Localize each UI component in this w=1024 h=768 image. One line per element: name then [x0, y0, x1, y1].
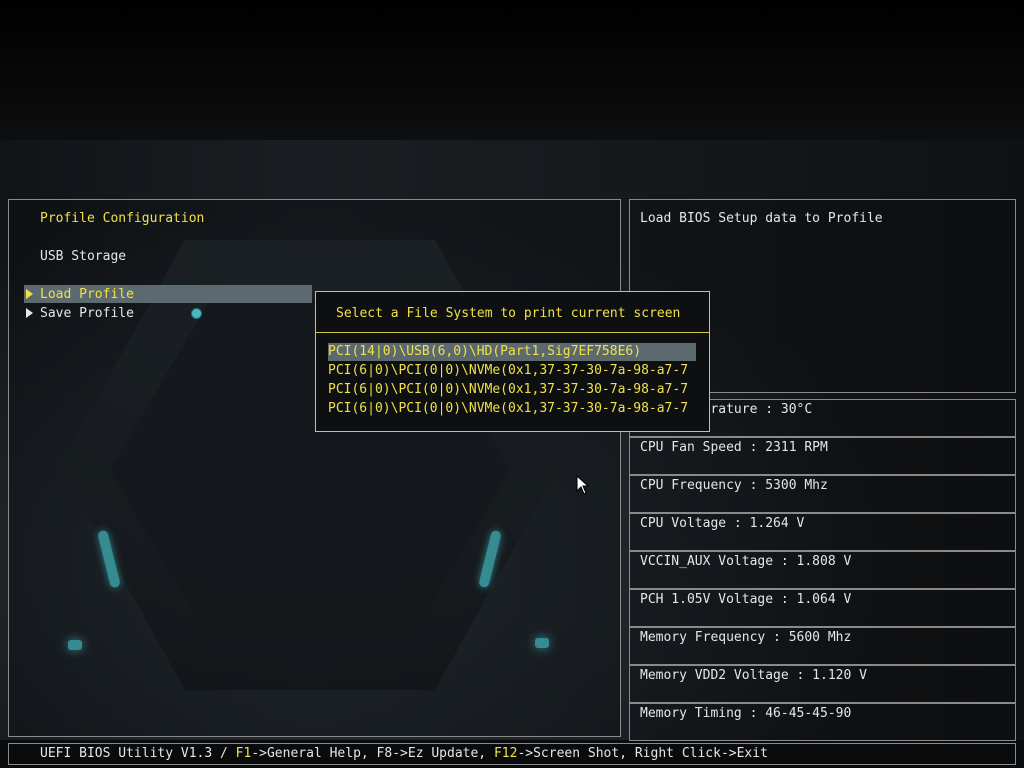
- bottom-help-bar: UEFI BIOS Utility V1.3 / F1->General Hel…: [8, 743, 1016, 765]
- indicator-dot-icon: [191, 308, 202, 319]
- dialog-divider: [316, 332, 709, 333]
- usb-storage-label: USB Storage: [40, 249, 127, 264]
- file-system-dialog: Select a File System to print current sc…: [315, 291, 710, 432]
- hw-monitor-item: Memory Frequency : 5600 Mhz: [629, 627, 1016, 665]
- file-system-option[interactable]: PCI(6|0)\PCI(0|0)\NVMe(0x1,37-37-30-7a-9…: [328, 382, 698, 398]
- mouse-cursor-icon: [576, 475, 590, 495]
- help-text: Load BIOS Setup data to Profile: [640, 211, 883, 226]
- submenu-arrow-icon: [26, 289, 33, 299]
- file-system-option[interactable]: PCI(6|0)\PCI(0|0)\NVMe(0x1,37-37-30-7a-9…: [328, 401, 698, 417]
- hw-monitor-item: CPU Fan Speed : 2311 RPM: [629, 437, 1016, 475]
- left-menu-panel: [8, 199, 621, 737]
- file-system-option[interactable]: PCI(6|0)\PCI(0|0)\NVMe(0x1,37-37-30-7a-9…: [328, 363, 698, 379]
- f12-key[interactable]: F12: [494, 746, 517, 761]
- hw-monitor-item: PCH 1.05V Voltage : 1.064 V: [629, 589, 1016, 627]
- hw-monitor-item: Memory Timing : 46-45-45-90: [629, 703, 1016, 741]
- help-bar-text: UEFI BIOS Utility V1.3 / F1->General Hel…: [40, 746, 768, 761]
- hw-monitor-item: CPU Frequency : 5300 Mhz: [629, 475, 1016, 513]
- dialog-title: Select a File System to print current sc…: [336, 306, 681, 321]
- hw-monitor-item: VCCIN_AUX Voltage : 1.808 V: [629, 551, 1016, 589]
- submenu-arrow-icon: [26, 308, 33, 318]
- hw-monitor-item: Memory VDD2 Voltage : 1.120 V: [629, 665, 1016, 703]
- menu-item-load-profile[interactable]: Load Profile: [40, 287, 134, 303]
- file-system-option[interactable]: PCI(14|0)\USB(6,0)\HD(Part1,Sig7EF758E6): [328, 344, 698, 360]
- f1-key[interactable]: F1: [236, 746, 252, 761]
- hw-monitor-item: CPU Voltage : 1.264 V: [629, 513, 1016, 551]
- section-title: Profile Configuration: [40, 211, 205, 226]
- menu-item-save-profile[interactable]: Save Profile: [40, 306, 134, 322]
